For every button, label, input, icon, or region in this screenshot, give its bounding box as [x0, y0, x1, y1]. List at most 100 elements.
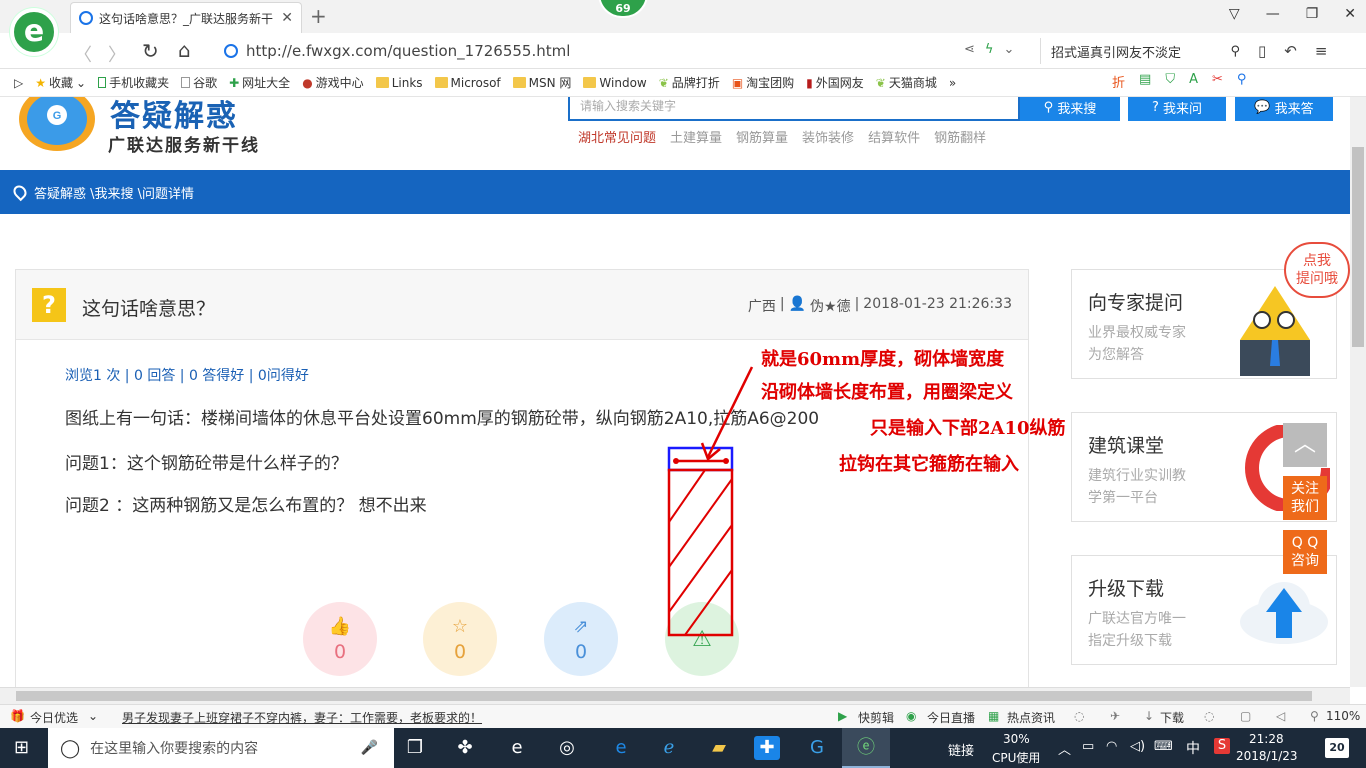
- file-explorer-icon[interactable]: ▰: [706, 736, 732, 760]
- edge-icon[interactable]: e: [608, 736, 634, 760]
- bookmark-item[interactable]: ✚ 网址大全: [229, 74, 290, 91]
- sidebar-toggle-icon[interactable]: ▷: [14, 76, 23, 90]
- search-button[interactable]: ⚲ 我来搜: [1020, 97, 1120, 121]
- sogou-icon[interactable]: S: [1214, 738, 1230, 754]
- speed-icon[interactable]: ◌: [1074, 709, 1084, 723]
- shield-icon[interactable]: ⛉: [1165, 72, 1175, 91]
- author[interactable]: 伪★德: [810, 296, 851, 316]
- tray-up-icon[interactable]: ︿: [1058, 739, 1071, 758]
- live-link[interactable]: 今日直播: [927, 709, 975, 726]
- qq-consult-button[interactable]: Q Q 咨询: [1283, 530, 1327, 574]
- bookmark-item[interactable]: 手机收藏夹: [98, 74, 169, 91]
- back-icon[interactable]: 〈: [74, 41, 92, 67]
- horizontal-scrollbar[interactable]: [0, 687, 1350, 704]
- plus-app-icon[interactable]: ✚: [754, 736, 780, 760]
- taskbar-search[interactable]: ◯ 在这里输入你要搜索的内容 🎤: [48, 728, 394, 768]
- tab-active[interactable]: 这句话啥意思？_广联达服务新干 ✕: [70, 2, 302, 33]
- clean-icon[interactable]: ◌: [1204, 709, 1214, 723]
- hot-news-link[interactable]: 热点资讯: [1007, 709, 1055, 726]
- chevron-down-icon[interactable]: ⌄: [88, 709, 98, 723]
- internet-explorer-icon[interactable]: ℯ: [656, 736, 682, 760]
- follow-button[interactable]: 关注 我们: [1283, 476, 1327, 520]
- forward-icon[interactable]: 〉: [108, 41, 126, 67]
- bookmark-item[interactable]: ❦ 品牌打折: [659, 74, 720, 91]
- horizontal-scroll-thumb[interactable]: [16, 691, 1312, 701]
- close-button[interactable]: ✕: [1344, 6, 1356, 22]
- chevron-down-icon[interactable]: ⌄: [1003, 42, 1014, 57]
- nav-item[interactable]: 装饰装修: [802, 127, 854, 146]
- mobile-icon[interactable]: ▯: [1258, 42, 1266, 60]
- search-icon[interactable]: ⚲: [1230, 44, 1240, 59]
- mute-icon[interactable]: ◁: [1276, 709, 1285, 723]
- ime-indicator[interactable]: 中: [1186, 738, 1200, 758]
- share-icon[interactable]: ⋖: [964, 42, 975, 57]
- search-input[interactable]: 招式逼真引网友不淡定 ⚲: [1040, 38, 1240, 64]
- mic-icon[interactable]: 🎤: [361, 740, 378, 756]
- site-search-input[interactable]: 请输入搜索关键字: [568, 97, 1020, 121]
- download-link[interactable]: 下载: [1160, 709, 1184, 726]
- nav-item[interactable]: 结算软件: [868, 127, 920, 146]
- book-icon[interactable]: ▤: [1139, 72, 1151, 91]
- browser-logo-icon[interactable]: e: [10, 8, 58, 56]
- like-button[interactable]: 👍 0: [303, 602, 377, 676]
- translate-icon[interactable]: A: [1189, 72, 1198, 91]
- battery-icon[interactable]: ▭: [1082, 739, 1094, 754]
- wifi-icon[interactable]: ◠: [1106, 739, 1117, 754]
- share-button[interactable]: ⇗ 0: [544, 602, 618, 676]
- pin-icon[interactable]: ✈: [1110, 709, 1120, 723]
- bookmark-folder[interactable]: Window: [583, 76, 647, 90]
- quick-edit[interactable]: 快剪辑: [858, 709, 894, 726]
- minimize-button[interactable]: —: [1266, 6, 1280, 22]
- nav-item[interactable]: 钢筋翻样: [934, 127, 986, 146]
- bookmark-item[interactable]: ❦ 天猫商城: [876, 74, 937, 91]
- vertical-scrollbar[interactable]: [1350, 97, 1366, 687]
- keyboard-icon[interactable]: ⌨: [1154, 739, 1173, 754]
- nav-item[interactable]: 土建算量: [670, 127, 722, 146]
- menu-icon[interactable]: ≡: [1315, 42, 1328, 60]
- bookmark-folder[interactable]: Links: [375, 76, 423, 90]
- notification-center-badge[interactable]: 20: [1325, 738, 1349, 758]
- g-app-icon[interactable]: G: [804, 736, 830, 760]
- pinwheel-icon[interactable]: ✤: [452, 736, 478, 760]
- spiral-app-icon[interactable]: ◎: [554, 736, 580, 760]
- scissors-icon[interactable]: ✂: [1212, 72, 1223, 91]
- favorite-button[interactable]: ☆ 0: [423, 602, 497, 676]
- more-bookmarks-icon[interactable]: »: [949, 76, 956, 90]
- link-label[interactable]: 链接: [948, 740, 974, 759]
- vertical-scroll-thumb[interactable]: [1352, 147, 1364, 347]
- bookmark-item[interactable]: ▮ 外国网友: [806, 74, 864, 91]
- tab-close-icon[interactable]: ✕: [281, 10, 293, 26]
- breadcrumb-text[interactable]: 答疑解惑 \我来搜 \问题详情: [34, 183, 194, 202]
- bookmark-item[interactable]: 谷歌: [181, 74, 217, 91]
- nav-item[interactable]: 湖北常见问题: [578, 127, 656, 146]
- clock-date[interactable]: 2018/1/23: [1236, 749, 1298, 763]
- bookmark-folder[interactable]: MSN 网: [512, 74, 571, 91]
- windows-start-icon[interactable]: ⊞: [14, 737, 29, 758]
- active-browser-task[interactable]: ⓔ: [842, 728, 890, 768]
- ask-button[interactable]: ? 我来问: [1128, 97, 1226, 121]
- clock-time[interactable]: 21:28: [1249, 732, 1284, 746]
- restore-button[interactable]: ❐: [1306, 6, 1319, 22]
- new-tab-button[interactable]: +: [310, 4, 327, 28]
- window-icon[interactable]: ▢: [1240, 709, 1251, 723]
- zoom-level[interactable]: 110%: [1326, 709, 1360, 723]
- bookmark-item[interactable]: ▣ 淘宝团购: [732, 74, 794, 91]
- home-icon[interactable]: ⌂: [178, 38, 191, 62]
- news-link[interactable]: 男子发现妻子上班穿裙子不穿内裤，妻子：工作需要，老板要求的！: [122, 709, 482, 726]
- bookmark-item[interactable]: ● 游戏中心: [302, 74, 364, 91]
- refresh-icon[interactable]: ↻: [142, 39, 159, 63]
- lightning-icon[interactable]: ϟ: [985, 42, 994, 57]
- back-to-top-button[interactable]: ︿: [1283, 423, 1327, 467]
- undo-icon[interactable]: ↶: [1284, 42, 1297, 60]
- bookmark-folder[interactable]: Microsof: [434, 76, 501, 90]
- pin-icon[interactable]: ▽: [1229, 6, 1240, 22]
- today-picks[interactable]: 今日优选: [30, 709, 78, 726]
- find-icon[interactable]: ⚲: [1237, 72, 1247, 91]
- discount-icon[interactable]: 折: [1112, 72, 1125, 91]
- site-logo-icon[interactable]: G: [12, 97, 102, 161]
- ie-app-icon[interactable]: e: [504, 736, 530, 760]
- task-view-icon[interactable]: ❐: [402, 736, 428, 760]
- answer-button[interactable]: 💬 我来答: [1235, 97, 1333, 121]
- volume-icon[interactable]: ◁): [1130, 739, 1145, 754]
- bookmark-item[interactable]: ★ 收藏 ⌄: [35, 74, 86, 91]
